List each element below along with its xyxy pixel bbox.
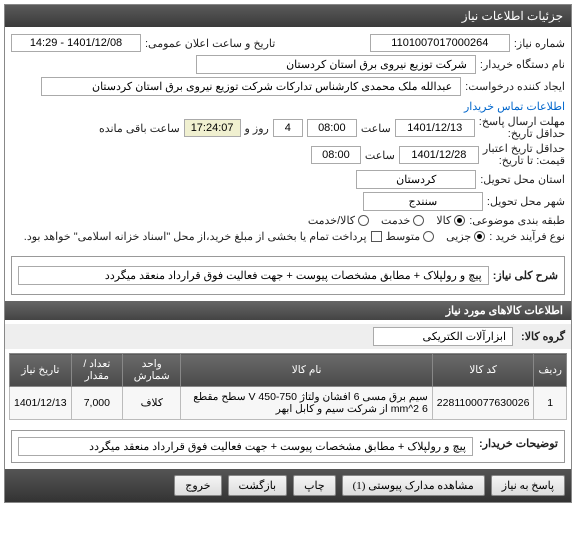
countdown-value: 17:24:07: [184, 119, 241, 137]
valid-time: 08:00: [311, 146, 361, 164]
radio-goods-label: کالا: [436, 214, 451, 227]
buyer-note-text: پیچ و رولپلاک + مطابق مشخصات پیوست + جهت…: [18, 437, 473, 456]
radio-minor[interactable]: [474, 231, 485, 242]
items-table: ردیف کد کالا نام کالا واحد شمارش تعداد /…: [9, 353, 567, 420]
buyer-note-label: توضیحات خریدار:: [479, 437, 558, 450]
radio-service-label: خدمت: [381, 214, 410, 227]
purchase-type-label: نوع فرآیند خرید :: [489, 230, 565, 243]
reply-button[interactable]: پاسخ به نیاز: [491, 475, 565, 496]
radio-medium-label: متوسط: [386, 230, 421, 243]
group-label: گروه کالا:: [521, 330, 565, 343]
back-button[interactable]: بازگشت: [228, 475, 288, 496]
category-label: طبقه بندی موضوعی:: [469, 214, 565, 227]
summary-label: شرح کلی نیاز:: [493, 269, 558, 282]
valid-price-label-1: حداقل تاریخ اعتبار: [483, 143, 565, 155]
exit-button[interactable]: خروج: [174, 475, 221, 496]
radio-both-label: کالا/خدمت: [308, 214, 355, 227]
need-no-value: 1101007017000264: [370, 34, 510, 52]
treasury-checkbox[interactable]: [371, 231, 382, 242]
cell-qty: 7,000: [71, 387, 123, 420]
valid-date: 1401/12/28: [399, 146, 479, 164]
radio-minor-label: جزیی: [446, 230, 471, 243]
province-value: کردستان: [356, 170, 476, 189]
col-date: تاریخ نیاز: [10, 354, 72, 387]
deadline-label-1: مهلت ارسال پاسخ:: [479, 116, 565, 128]
summary-text: پیچ و رولپلاک + مطابق مشخصات پیوست + جهت…: [18, 266, 489, 285]
deadline-date: 1401/12/13: [395, 119, 475, 137]
cell-date: 1401/12/13: [10, 387, 72, 420]
province-label: استان محل تحویل:: [480, 173, 565, 186]
print-button[interactable]: چاپ: [293, 475, 336, 496]
window-title: جزئیات اطلاعات نیاز: [5, 5, 571, 27]
requester-value: عبدالله ملک محمدی کارشناس تدارکات شرکت ت…: [41, 77, 461, 96]
deadline-time: 08:00: [307, 119, 357, 137]
treasury-note: پرداخت تمام یا بخشی از مبلغ خرید،از محل …: [24, 230, 367, 243]
col-name: نام کالا: [181, 354, 432, 387]
items-header: اطلاعات کالاهای مورد نیاز: [5, 301, 571, 320]
need-no-label: شماره نیاز:: [514, 37, 565, 50]
col-row: ردیف: [534, 354, 567, 387]
purchase-type-group: جزیی متوسط: [386, 230, 486, 243]
city-value: سنندج: [363, 192, 483, 211]
buyer-org-value: شرکت توزیع نیروی برق استان کردستان: [196, 55, 476, 74]
contact-link[interactable]: اطلاعات تماس خریدار: [464, 100, 565, 113]
category-radio-group: کالا خدمت کالا/خدمت: [308, 214, 465, 227]
time-label-1: ساعت: [361, 122, 391, 135]
radio-goods[interactable]: [454, 215, 465, 226]
valid-price-label-2: قیمت: تا تاریخ:: [483, 155, 565, 167]
cell-code: 2281100077630026: [432, 387, 534, 420]
cell-unit: کلاف: [123, 387, 181, 420]
col-unit: واحد شمارش: [123, 354, 181, 387]
announce-value: 1401/12/08 - 14:29: [11, 34, 141, 52]
radio-medium[interactable]: [423, 231, 434, 242]
footer-bar: پاسخ به نیاز مشاهده مدارک پیوستی (1) چاپ…: [5, 469, 571, 502]
attachments-button[interactable]: مشاهده مدارک پیوستی (1): [342, 475, 485, 496]
days-value: 4: [273, 119, 303, 137]
time-label-2: ساعت: [365, 149, 395, 162]
announce-label: تاریخ و ساعت اعلان عمومی:: [145, 37, 275, 50]
col-qty: تعداد / مقدار: [71, 354, 123, 387]
radio-service[interactable]: [413, 215, 424, 226]
days-label: روز و: [245, 122, 269, 135]
requester-label: ایجاد کننده درخواست:: [465, 80, 565, 93]
city-label: شهر محل تحویل:: [487, 195, 565, 208]
col-code: کد کالا: [432, 354, 534, 387]
deadline-label-2: حداقل تاریخ:: [479, 128, 565, 140]
cell-idx: 1: [534, 387, 567, 420]
remain-label: ساعت باقی مانده: [99, 122, 180, 135]
table-row: 1 2281100077630026 سیم برق مسی 6 افشان و…: [10, 387, 567, 420]
cell-name: سیم برق مسی 6 افشان ولتاژ 750-450 V سطح …: [181, 387, 432, 420]
buyer-org-label: نام دستگاه خریدار:: [480, 58, 565, 71]
group-value: ابزارآلات الکتریکی: [373, 327, 513, 346]
radio-both[interactable]: [358, 215, 369, 226]
